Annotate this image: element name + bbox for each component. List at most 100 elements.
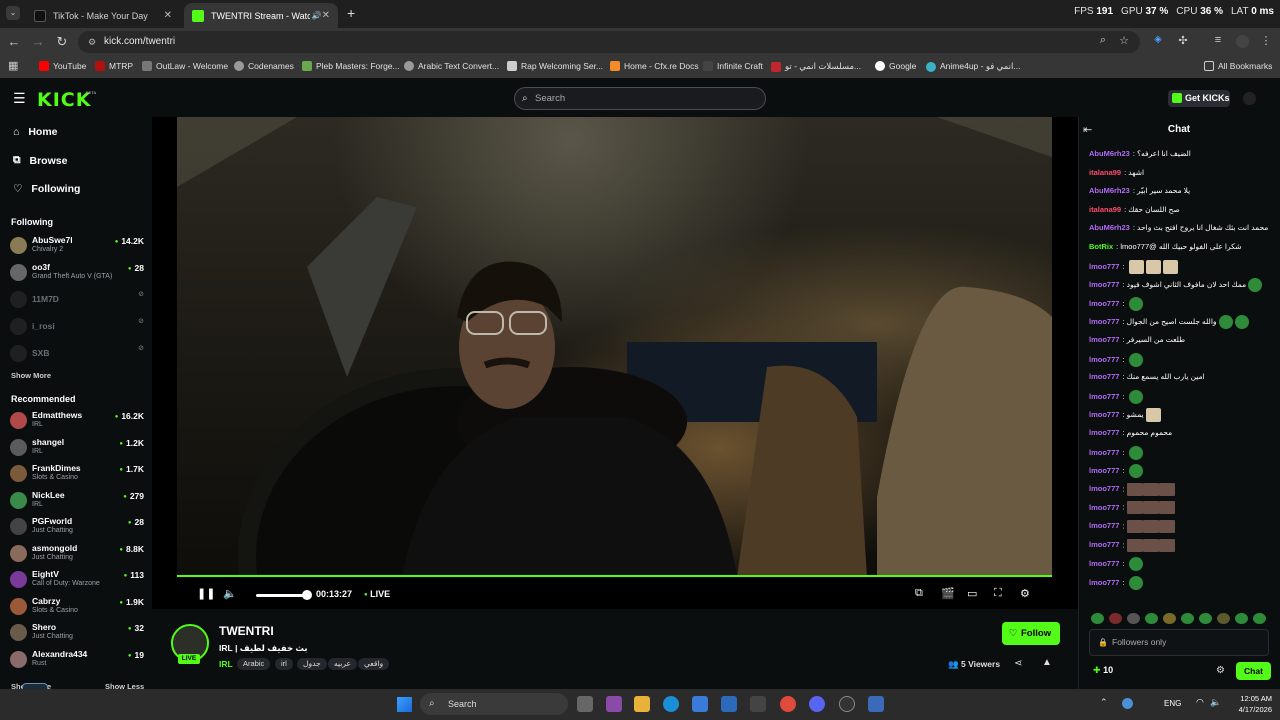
task-view-icon[interactable]	[577, 696, 593, 712]
file-explorer-icon[interactable]	[634, 696, 650, 712]
sidebar-channel[interactable]: oo3fGrand Theft Auto V (GTA) 28	[10, 262, 144, 286]
emote-icon[interactable]	[1199, 613, 1212, 624]
bookmark-google[interactable]: Google	[875, 61, 916, 71]
site-info-icon[interactable]: ⚙	[88, 31, 96, 53]
sidebar-item-home[interactable]: ⌂ Home	[13, 126, 58, 138]
vpn-icon[interactable]	[868, 696, 884, 712]
emote-icon[interactable]	[1091, 613, 1104, 624]
sidebar-channel[interactable]: asmongoldJust Chatting 8.8K	[10, 543, 144, 567]
chat-username[interactable]: italana99	[1089, 205, 1121, 214]
live-indicator[interactable]: ● LIVE	[364, 589, 390, 599]
chat-username[interactable]: lmoo777	[1089, 372, 1119, 381]
new-tab-icon[interactable]: +	[347, 5, 355, 21]
chat-username[interactable]: AbuM6rh23	[1089, 186, 1130, 195]
app-icon[interactable]	[750, 696, 766, 712]
forward-icon[interactable]: →	[30, 34, 46, 49]
bookmark-cfx-docs[interactable]: Home - Cfx.re Docs	[610, 61, 699, 71]
category-link[interactable]: IRL	[219, 659, 233, 669]
wifi-icon[interactable]: ◠	[1196, 697, 1204, 708]
chat-send-button[interactable]: Chat	[1236, 662, 1271, 680]
sidebar-item-browse[interactable]: ⧉ Browse	[13, 154, 67, 167]
settings-gear-icon[interactable]: ⚙	[1020, 587, 1030, 600]
speaker-icon[interactable]: 🔊	[312, 11, 322, 20]
bookmark-pleb-masters[interactable]: Pleb Masters: Forge...	[302, 61, 400, 71]
sidebar-channel[interactable]: EightVCall of Duty: Warzone 113	[10, 569, 144, 593]
sidebar-channel[interactable]: NickLeeIRL 279	[10, 490, 144, 514]
close-tab-icon[interactable]: ✕	[164, 10, 172, 21]
volume-slider-handle[interactable]	[302, 590, 312, 600]
chat-username[interactable]: lmoo777	[1089, 578, 1119, 587]
all-bookmarks[interactable]: All Bookmarks	[1204, 61, 1272, 71]
chat-username[interactable]: AbuM6rh23	[1089, 149, 1130, 158]
emote-icon[interactable]	[1253, 613, 1266, 624]
tab-tiktok[interactable]: TikTok - Make Your Day ✕	[26, 3, 180, 28]
reload-icon[interactable]: ↻	[54, 34, 70, 50]
chat-username[interactable]: lmoo777	[1089, 262, 1119, 271]
tray-chevron-icon[interactable]: ⌃	[1100, 697, 1108, 708]
chat-username[interactable]: AbuM6rh23	[1089, 223, 1130, 232]
mail-icon[interactable]	[721, 696, 737, 712]
show-more-link[interactable]: Show More	[11, 371, 51, 380]
reading-list-icon[interactable]: ≡	[1210, 34, 1226, 46]
menu-icon[interactable]: ⋮	[1258, 34, 1274, 47]
share-icon[interactable]: ⋖	[1014, 658, 1022, 669]
live-progress-bar[interactable]	[177, 575, 1052, 577]
chat-username[interactable]: lmoo777	[1089, 559, 1119, 568]
bookmark-arabic-text[interactable]: Arabic Text Convert...	[404, 61, 499, 71]
chat-settings-icon[interactable]: ⚙	[1216, 665, 1225, 676]
chat-username[interactable]: lmoo777	[1089, 521, 1119, 530]
chat-username[interactable]: lmoo777	[1089, 484, 1119, 493]
emote-icon[interactable]	[1217, 613, 1230, 624]
bookmark-mtrp[interactable]: MTRP	[95, 61, 133, 71]
chat-username[interactable]: lmoo777	[1089, 503, 1119, 512]
sidebar-channel[interactable]: Alexandra434Rust 19	[10, 649, 144, 673]
url-field[interactable]: ⚙ kick.com/twentri	[78, 31, 1140, 53]
chat-username[interactable]: BotRix	[1089, 242, 1113, 251]
sidebar-item-following[interactable]: ♡ Following	[13, 183, 80, 195]
points-display[interactable]: ✚ 10	[1093, 665, 1113, 676]
bookmark-anime4up[interactable]: Anime4up - انمي فو...	[926, 61, 1020, 72]
edge-icon[interactable]	[663, 696, 679, 712]
zoom-icon[interactable]: ⌕	[1095, 34, 1111, 47]
chat-input[interactable]: 🔒 Followers only	[1089, 629, 1269, 656]
mini-player-icon[interactable]: ⧉	[915, 587, 923, 600]
theater-mode-icon[interactable]: ▭	[967, 587, 977, 600]
bookmark-youtube[interactable]: YouTube	[39, 61, 86, 71]
volume-icon[interactable]: 🔈	[223, 587, 237, 600]
bookmark-anime-series[interactable]: مسلسلات انمي - تو...	[771, 61, 861, 72]
chrome-icon[interactable]	[780, 696, 796, 712]
obs-icon[interactable]	[839, 696, 855, 712]
sidebar-channel[interactable]: CabrzySlots & Casino 1.9K	[10, 596, 144, 620]
sidebar-channel[interactable]: PGFworldJust Chatting 28	[10, 516, 144, 540]
chat-username[interactable]: lmoo777	[1089, 410, 1119, 419]
kicks-avatar[interactable]	[1243, 92, 1256, 105]
language-indicator[interactable]: ENG	[1164, 699, 1181, 708]
tag-pill[interactable]: irl	[275, 658, 293, 670]
chat-username[interactable]: italana99	[1089, 168, 1121, 177]
get-kicks-button[interactable]: Get KICKs	[1168, 90, 1230, 107]
fullscreen-icon[interactable]: ⛶	[994, 587, 1002, 600]
taskbar-clock[interactable]: 12:05 AM 4/17/2026	[1226, 693, 1272, 715]
discord-icon[interactable]	[809, 696, 825, 712]
sidebar-channel[interactable]: FrankDimesSlots & Casino 1.7K	[10, 463, 144, 487]
tag-pill[interactable]: واقعي	[358, 658, 390, 670]
extensions-puzzle-icon[interactable]: ✣	[1175, 34, 1191, 47]
store-icon[interactable]	[692, 696, 708, 712]
site-search-input[interactable]: ⌕ Search	[514, 87, 766, 110]
emote-icon[interactable]	[1235, 613, 1248, 624]
chat-username[interactable]: lmoo777	[1089, 355, 1119, 364]
emote-icon[interactable]	[1127, 613, 1140, 624]
chat-username[interactable]: lmoo777	[1089, 280, 1119, 289]
apps-grid-icon[interactable]: ▦	[8, 59, 18, 72]
sidebar-channel[interactable]: 11M7D ⊘	[10, 289, 144, 313]
pause-icon[interactable]: ❚❚	[197, 587, 215, 600]
chat-username[interactable]: lmoo777	[1089, 335, 1119, 344]
bookmark-rap-welcoming[interactable]: Rap Welcoming Ser...	[507, 61, 603, 71]
volume-slider[interactable]	[256, 594, 306, 597]
follow-button[interactable]: ♡ Follow	[1002, 622, 1060, 645]
volume-tray-icon[interactable]: 🔈	[1210, 697, 1221, 708]
bookmark-outlaw[interactable]: OutLaw - Welcome	[142, 61, 228, 71]
tab-twentri[interactable]: TWENTRI Stream - Watch L 🔊 ✕	[184, 3, 338, 28]
chat-username[interactable]: lmoo777	[1089, 428, 1119, 437]
tag-pill[interactable]: Arabic	[237, 658, 271, 670]
